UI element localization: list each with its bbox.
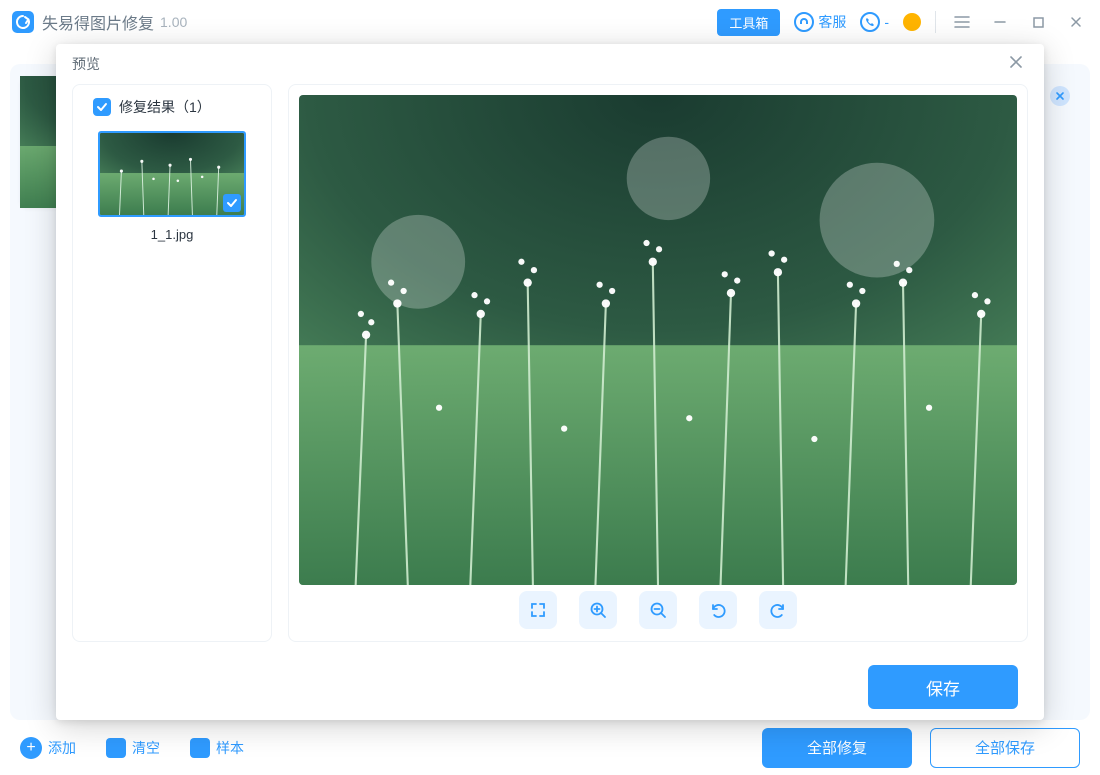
- support-button[interactable]: 客服: [794, 12, 846, 32]
- modal-footer: 保存: [56, 654, 1044, 720]
- app-version: 1.00: [160, 14, 187, 30]
- preview-modal: 预览 修复结果（1）: [56, 44, 1044, 720]
- clear-label: 清空: [132, 738, 160, 758]
- select-all-checkbox[interactable]: [93, 98, 111, 116]
- add-label: 添加: [48, 738, 76, 758]
- status-badge-icon[interactable]: [903, 13, 921, 31]
- zoom-in-button[interactable]: [579, 591, 617, 629]
- modal-title: 预览: [72, 54, 100, 74]
- app-title: 失易得图片修复: [42, 10, 154, 34]
- menu-button[interactable]: [950, 15, 974, 29]
- save-button[interactable]: 保存: [868, 665, 1018, 709]
- trash-icon: [106, 738, 126, 758]
- sidebar-header[interactable]: 修复结果（1）: [83, 97, 211, 117]
- titlebar-right: 工具箱 客服 -: [717, 9, 1088, 36]
- thumbnail-item[interactable]: 1_1.jpg: [98, 131, 246, 242]
- sidebar-title: 修复结果（1）: [119, 97, 211, 117]
- thumbnail-checkbox[interactable]: [223, 194, 241, 212]
- window-close-button[interactable]: [1064, 15, 1088, 29]
- app-logo-icon: [12, 11, 34, 33]
- modal-close-button[interactable]: [1004, 50, 1028, 79]
- phone-label: -: [884, 14, 889, 30]
- result-sidebar: 修复结果（1）: [72, 84, 272, 642]
- save-all-button[interactable]: 全部保存: [930, 728, 1080, 768]
- fullscreen-button[interactable]: [519, 591, 557, 629]
- headset-icon: [794, 12, 814, 32]
- preview-toolbar: [299, 585, 1017, 635]
- maximize-button[interactable]: [1026, 16, 1050, 29]
- bottom-toolbar: + 添加 清空 样本 全部修复 全部保存: [0, 720, 1100, 775]
- rotate-left-button[interactable]: [699, 591, 737, 629]
- sample-label: 样本: [216, 738, 244, 758]
- zoom-out-button[interactable]: [639, 591, 677, 629]
- minimize-button[interactable]: [988, 15, 1012, 29]
- background-thumb-remove-button[interactable]: [1050, 86, 1070, 106]
- rotate-right-button[interactable]: [759, 591, 797, 629]
- repair-all-button[interactable]: 全部修复: [762, 728, 912, 768]
- phone-icon: [860, 12, 880, 32]
- sample-button[interactable]: 样本: [190, 738, 244, 758]
- preview-image[interactable]: [299, 95, 1017, 585]
- support-label: 客服: [818, 12, 846, 32]
- sample-icon: [190, 738, 210, 758]
- toolbox-button[interactable]: 工具箱: [717, 9, 780, 36]
- plus-icon: +: [20, 737, 42, 759]
- preview-panel: [288, 84, 1028, 642]
- phone-button[interactable]: -: [860, 12, 889, 32]
- thumbnail-image[interactable]: [98, 131, 246, 217]
- clear-button[interactable]: 清空: [106, 738, 160, 758]
- add-button[interactable]: + 添加: [20, 737, 76, 759]
- titlebar: 失易得图片修复 1.00 工具箱 客服 -: [0, 0, 1100, 44]
- modal-header: 预览: [56, 44, 1044, 84]
- thumbnail-filename: 1_1.jpg: [98, 227, 246, 242]
- titlebar-divider: [935, 11, 936, 33]
